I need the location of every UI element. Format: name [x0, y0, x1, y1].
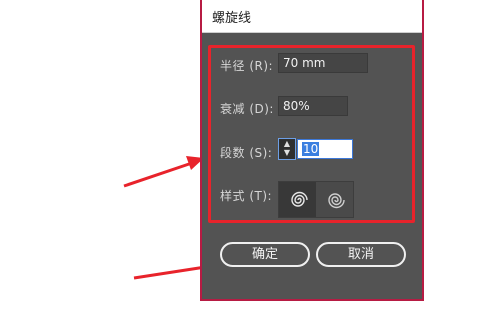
style-label: 样式 (T):: [220, 189, 273, 203]
decay-label: 衰减 (D):: [220, 102, 274, 116]
style-clockwise-button[interactable]: [279, 182, 316, 217]
style-toggle-group: [278, 181, 354, 218]
segments-label: 段数 (S):: [220, 146, 273, 160]
spiral-dialog: 螺旋线 半径 (R): 70 mm 衰减 (D): 80% 段数 (S): ▲ …: [200, 0, 424, 301]
chevron-up-icon[interactable]: ▲: [279, 139, 295, 148]
segments-stepper[interactable]: ▲ ▼: [278, 138, 296, 160]
chevron-down-icon[interactable]: ▼: [279, 148, 295, 157]
dialog-title: 螺旋线: [212, 11, 252, 26]
dialog-titlebar[interactable]: 螺旋线: [202, 0, 422, 33]
segments-input[interactable]: 10: [297, 139, 353, 159]
spiral-clockwise-icon: [290, 191, 308, 207]
segments-value-selected: 10: [302, 142, 320, 156]
radius-label: 半径 (R):: [220, 59, 274, 73]
arrow-to-fields: [123, 156, 204, 188]
radius-input[interactable]: 70 mm: [278, 53, 368, 73]
cancel-button[interactable]: 取消: [316, 242, 406, 267]
style-counterclockwise-button[interactable]: [316, 182, 353, 217]
spiral-counterclockwise-icon: [327, 192, 345, 208]
ok-button[interactable]: 确定: [220, 242, 310, 267]
decay-input[interactable]: 80%: [278, 96, 348, 116]
